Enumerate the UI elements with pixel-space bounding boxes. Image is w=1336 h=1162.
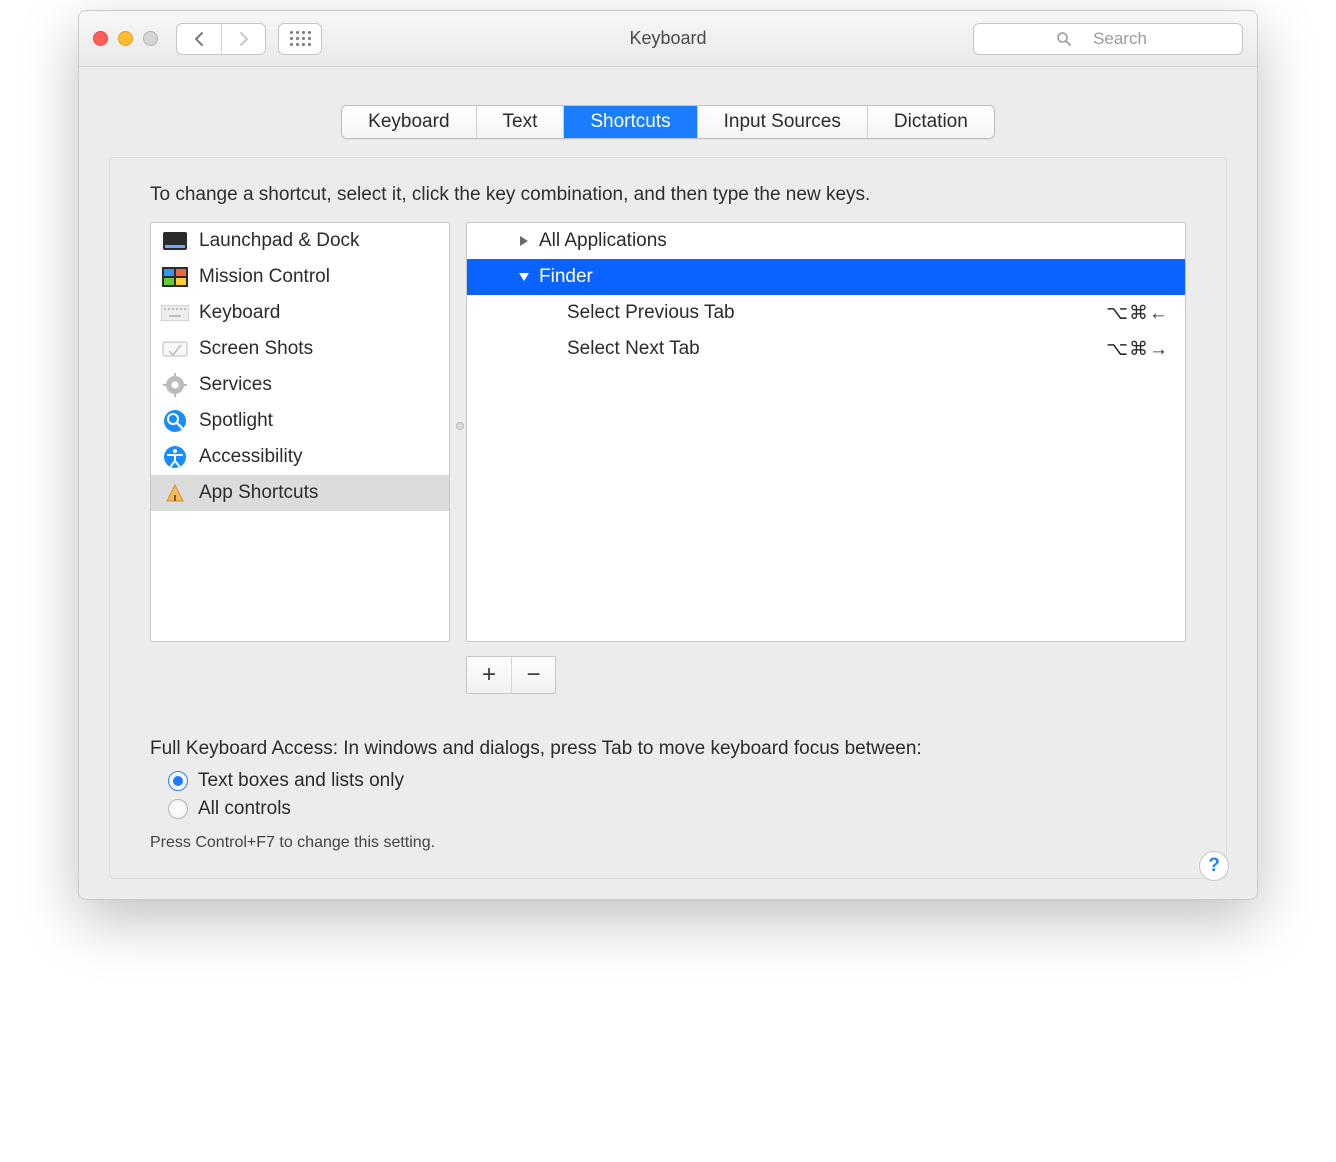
help-button[interactable]: ?: [1199, 851, 1229, 881]
fka-hint: Press Control+F7 to change this setting.: [150, 834, 1186, 852]
tab-label: Text: [503, 111, 538, 133]
app-shortcuts-icon: [161, 481, 189, 505]
sidebar-item-app-shortcuts[interactable]: App Shortcuts: [151, 475, 449, 511]
category-sidebar[interactable]: Launchpad & Dock Mission Control Keyboar…: [150, 222, 450, 642]
shortcut-key[interactable]: ⌥⌘→: [1106, 338, 1169, 361]
radio-button[interactable]: [168, 771, 188, 791]
radio-label: All controls: [198, 798, 291, 820]
sidebar-item-mission-control[interactable]: Mission Control: [151, 259, 449, 295]
keyboard-icon: [161, 301, 189, 325]
sidebar-item-label: Mission Control: [199, 266, 330, 288]
tree-label: All Applications: [539, 230, 667, 252]
resize-handle[interactable]: [456, 422, 464, 430]
nav-buttons: [176, 23, 266, 55]
tree-label: Select Previous Tab: [567, 302, 735, 324]
content-area: Keyboard Text Shortcuts Input Sources Di…: [79, 67, 1257, 899]
tree-label: Select Next Tab: [567, 338, 700, 360]
gear-icon: [161, 373, 189, 397]
sidebar-item-label: App Shortcuts: [199, 482, 318, 504]
close-window-button[interactable]: [93, 31, 108, 46]
fka-title: Full Keyboard Access: In windows and dia…: [150, 738, 1186, 760]
tab-label: Shortcuts: [590, 111, 670, 133]
search-input[interactable]: [1080, 29, 1160, 49]
tree-label: Finder: [539, 266, 593, 288]
add-remove-buttons: + −: [466, 656, 556, 694]
mission-control-icon: [161, 265, 189, 289]
minus-icon: −: [526, 661, 540, 689]
disclosure-triangle-icon[interactable]: [517, 270, 531, 284]
show-all-button[interactable]: [278, 23, 322, 55]
sidebar-item-keyboard[interactable]: Keyboard: [151, 295, 449, 331]
plus-icon: +: [482, 661, 496, 689]
remove-button[interactable]: −: [511, 657, 555, 693]
sidebar-item-label: Launchpad & Dock: [199, 230, 360, 252]
search-icon: [1056, 31, 1072, 47]
sidebar-item-spotlight[interactable]: Spotlight: [151, 403, 449, 439]
sidebar-item-screen-shots[interactable]: Screen Shots: [151, 331, 449, 367]
forward-button[interactable]: [221, 24, 265, 54]
sidebar-item-accessibility[interactable]: Accessibility: [151, 439, 449, 475]
radio-button[interactable]: [168, 799, 188, 819]
tab-bar: Keyboard Text Shortcuts Input Sources Di…: [341, 105, 995, 139]
sidebar-item-label: Keyboard: [199, 302, 280, 324]
help-icon: ?: [1208, 855, 1220, 877]
shortcut-key[interactable]: ⌥⌘←: [1106, 302, 1169, 325]
tab-label: Input Sources: [724, 111, 841, 133]
sidebar-item-label: Screen Shots: [199, 338, 313, 360]
tab-text[interactable]: Text: [476, 106, 564, 138]
search-field[interactable]: [973, 23, 1243, 55]
tree-item-select-previous-tab[interactable]: Select Previous Tab ⌥⌘←: [467, 295, 1185, 331]
tree-item-all-applications[interactable]: All Applications: [467, 223, 1185, 259]
minimize-window-button[interactable]: [118, 31, 133, 46]
spotlight-icon: [161, 409, 189, 433]
launchpad-icon: [161, 229, 189, 253]
sidebar-item-label: Accessibility: [199, 446, 302, 468]
tab-input-sources[interactable]: Input Sources: [697, 106, 867, 138]
sidebar-item-launchpad-dock[interactable]: Launchpad & Dock: [151, 223, 449, 259]
shortcuts-panel: To change a shortcut, select it, click t…: [109, 157, 1227, 879]
tab-shortcuts[interactable]: Shortcuts: [563, 106, 696, 138]
sidebar-item-label: Spotlight: [199, 410, 273, 432]
zoom-window-button[interactable]: [143, 31, 158, 46]
radio-all-controls[interactable]: All controls: [168, 798, 1186, 820]
window-controls: [93, 31, 158, 46]
tab-label: Keyboard: [368, 111, 449, 133]
sidebar-item-services[interactable]: Services: [151, 367, 449, 403]
back-button[interactable]: [177, 24, 221, 54]
instruction-text: To change a shortcut, select it, click t…: [150, 184, 1186, 206]
tab-keyboard[interactable]: Keyboard: [342, 106, 475, 138]
sidebar-item-label: Services: [199, 374, 272, 396]
screenshots-icon: [161, 337, 189, 361]
preferences-window: Keyboard Keyboard Text Shortcuts Input S…: [78, 10, 1258, 900]
radio-label: Text boxes and lists only: [198, 770, 404, 792]
tab-label: Dictation: [894, 111, 968, 133]
titlebar: Keyboard: [79, 11, 1257, 67]
full-keyboard-access-section: Full Keyboard Access: In windows and dia…: [150, 738, 1186, 852]
accessibility-icon: [161, 445, 189, 469]
tree-item-finder[interactable]: Finder: [467, 259, 1185, 295]
grid-icon: [290, 31, 311, 46]
tree-item-select-next-tab[interactable]: Select Next Tab ⌥⌘→: [467, 331, 1185, 367]
add-button[interactable]: +: [467, 657, 511, 693]
disclosure-triangle-icon[interactable]: [517, 234, 531, 248]
shortcuts-tree[interactable]: All Applications Finder Select Previous …: [466, 222, 1186, 642]
tab-dictation[interactable]: Dictation: [867, 106, 994, 138]
chevron-right-icon: [238, 31, 250, 47]
radio-text-boxes-only[interactable]: Text boxes and lists only: [168, 770, 1186, 792]
chevron-left-icon: [193, 31, 205, 47]
